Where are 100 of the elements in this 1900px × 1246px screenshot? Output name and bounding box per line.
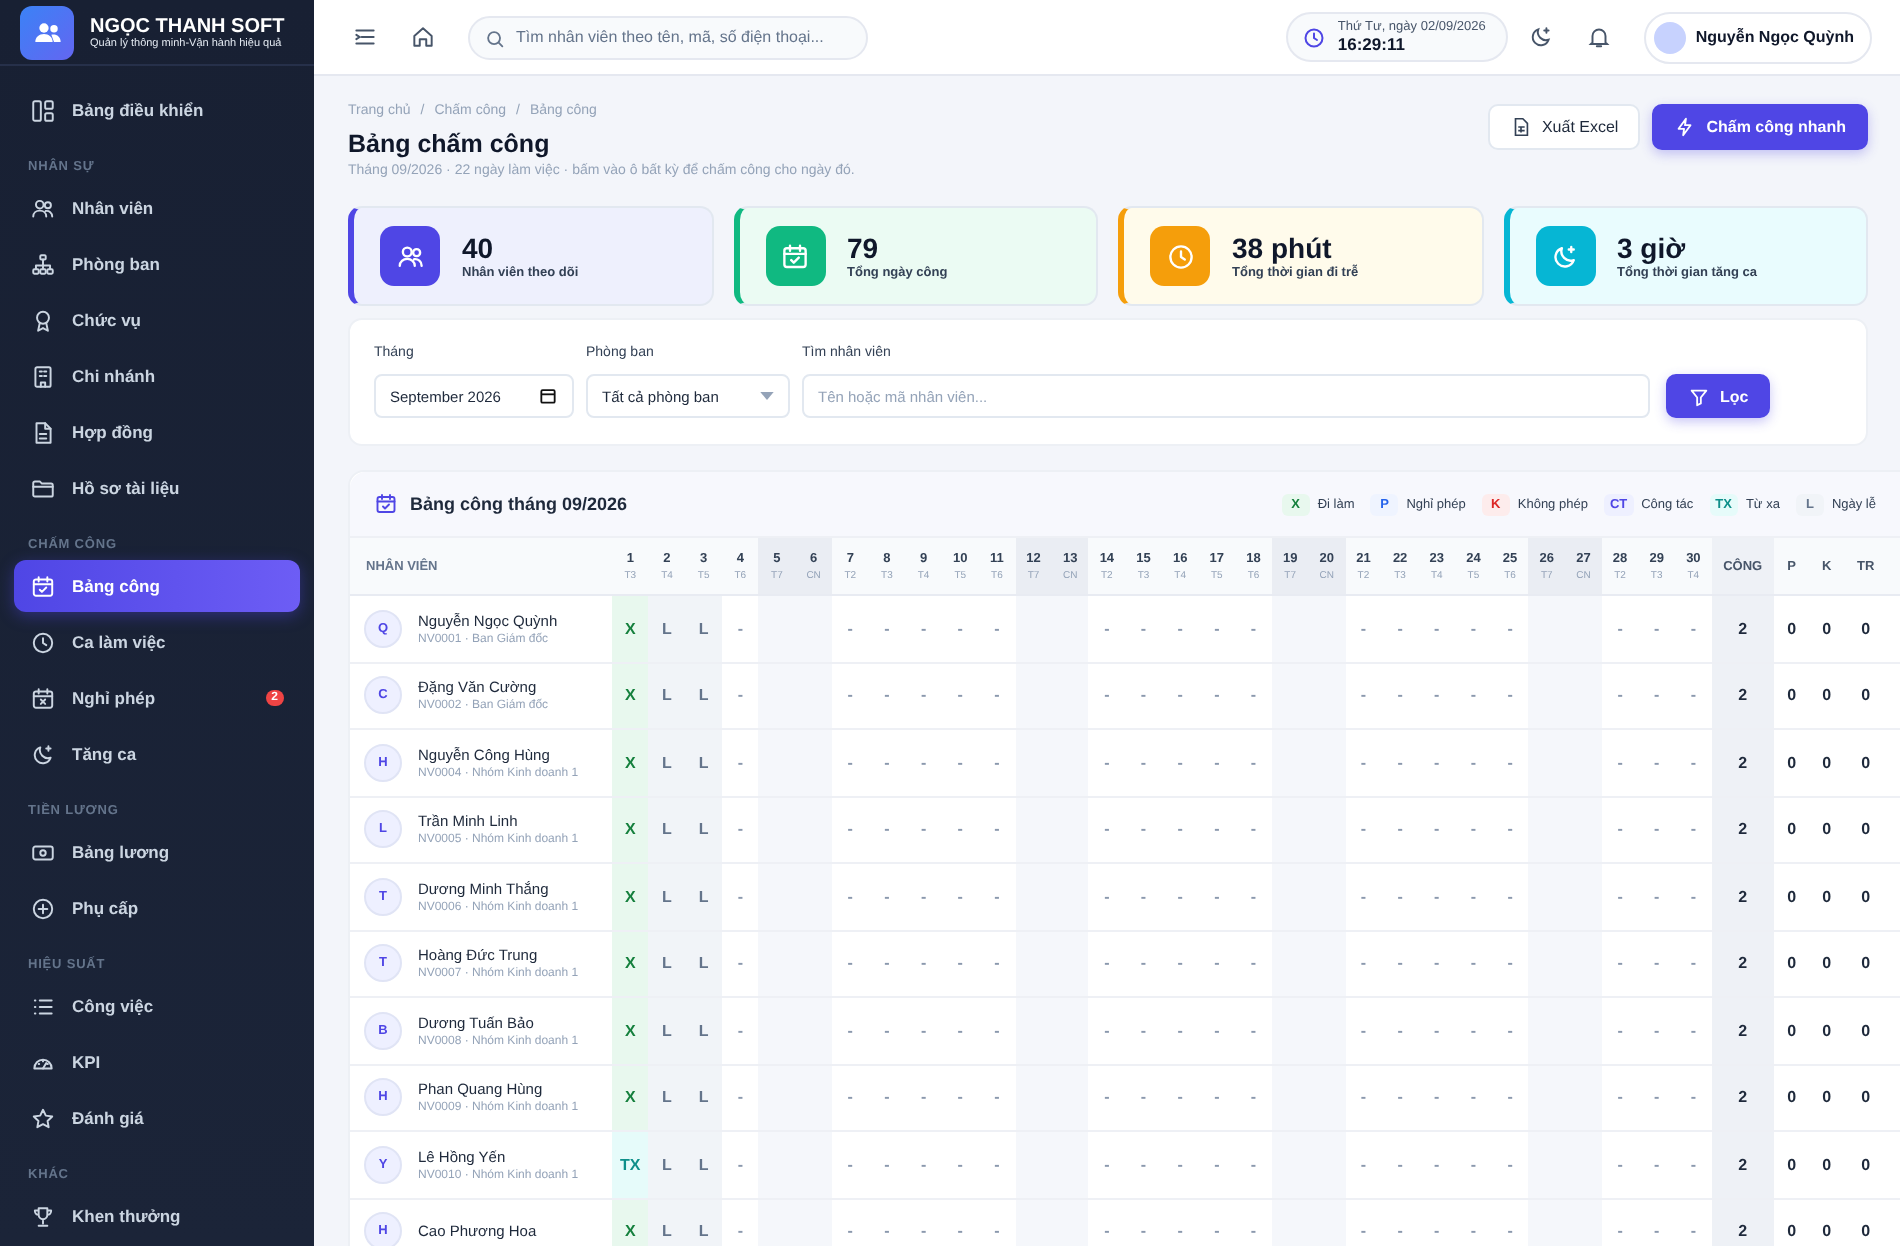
attendance-cell[interactable]: - xyxy=(1345,730,1382,795)
attendance-cell[interactable]: - xyxy=(1491,998,1529,1063)
attendance-cell[interactable]: - xyxy=(1198,864,1236,929)
attendance-cell[interactable]: - xyxy=(1638,998,1676,1063)
nav-item[interactable]: Phòng ban xyxy=(14,238,300,290)
attendance-cell[interactable]: L xyxy=(685,730,722,795)
attendance-cell[interactable]: - xyxy=(1381,730,1419,795)
attendance-cell[interactable]: L xyxy=(685,797,722,862)
attendance-cell[interactable]: L xyxy=(648,797,686,862)
nav-item[interactable]: Công việc xyxy=(14,980,300,1032)
attendance-cell[interactable]: - xyxy=(905,1199,942,1246)
attendance-cell[interactable]: - xyxy=(1638,864,1676,929)
attendance-cell[interactable]: L xyxy=(648,730,686,795)
nav-item[interactable]: Hợp đồng xyxy=(14,406,300,458)
nav-item[interactable]: Nhân viên xyxy=(14,182,300,234)
attendance-cell[interactable]: - xyxy=(721,663,759,728)
attendance-cell[interactable]: - xyxy=(905,797,942,862)
attendance-cell[interactable]: - xyxy=(1198,730,1236,795)
attendance-cell[interactable]: - xyxy=(1125,797,1162,862)
nav-item[interactable]: KPI xyxy=(14,1036,300,1088)
attendance-cell[interactable]: - xyxy=(1198,797,1236,862)
nav-item[interactable]: Bảng lương xyxy=(14,826,300,878)
attendance-cell[interactable]: X xyxy=(612,998,649,1063)
menu-icon[interactable] xyxy=(352,24,378,50)
attendance-cell[interactable]: L xyxy=(685,1132,722,1197)
attendance-cell[interactable]: - xyxy=(1345,1199,1382,1246)
attendance-cell[interactable]: - xyxy=(1381,864,1419,929)
attendance-cell[interactable]: - xyxy=(1455,1065,1492,1130)
attendance-cell[interactable]: - xyxy=(1381,1199,1419,1246)
attendance-cell[interactable]: - xyxy=(831,1065,869,1130)
attendance-cell[interactable]: L xyxy=(648,596,686,661)
attendance-cell[interactable]: - xyxy=(1418,998,1456,1063)
attendance-cell[interactable]: - xyxy=(1161,1199,1199,1246)
nav-item[interactable]: Bảng công xyxy=(14,560,300,612)
attendance-cell[interactable]: - xyxy=(1638,1065,1676,1130)
attendance-cell[interactable]: - xyxy=(831,1199,869,1246)
attendance-cell[interactable]: - xyxy=(1161,864,1199,929)
attendance-cell[interactable]: - xyxy=(1601,1132,1639,1197)
attendance-cell[interactable]: - xyxy=(1161,998,1199,1063)
attendance-cell[interactable]: - xyxy=(1235,596,1272,661)
attendance-cell[interactable]: - xyxy=(1418,1132,1456,1197)
attendance-cell[interactable]: - xyxy=(1491,596,1529,661)
attendance-cell[interactable]: X xyxy=(612,931,649,996)
attendance-cell[interactable]: - xyxy=(1455,1132,1492,1197)
bell-icon[interactable] xyxy=(1585,24,1612,50)
attendance-cell[interactable]: - xyxy=(1675,1065,1712,1130)
attendance-cell[interactable]: L xyxy=(685,663,722,728)
attendance-cell[interactable]: - xyxy=(831,797,869,862)
attendance-cell[interactable]: - xyxy=(941,1199,979,1246)
attendance-cell[interactable]: X xyxy=(612,1199,649,1246)
attendance-cell[interactable]: - xyxy=(1675,998,1712,1063)
attendance-cell[interactable]: - xyxy=(1198,1132,1236,1197)
attendance-cell[interactable]: - xyxy=(831,730,869,795)
attendance-cell[interactable]: - xyxy=(1345,596,1382,661)
attendance-cell[interactable]: - xyxy=(1418,864,1456,929)
attendance-cell[interactable]: L xyxy=(648,1132,686,1197)
attendance-cell[interactable]: L xyxy=(685,998,722,1063)
attendance-cell[interactable]: L xyxy=(648,1065,686,1130)
attendance-cell[interactable]: - xyxy=(1345,1065,1382,1130)
attendance-cell[interactable]: - xyxy=(1455,1199,1492,1246)
attendance-cell[interactable]: - xyxy=(1381,1065,1419,1130)
attendance-cell[interactable]: - xyxy=(1675,596,1712,661)
attendance-cell[interactable]: - xyxy=(1638,730,1676,795)
attendance-cell[interactable]: - xyxy=(1601,730,1639,795)
attendance-cell[interactable]: - xyxy=(905,1132,942,1197)
attendance-cell[interactable]: - xyxy=(868,931,906,996)
attendance-cell[interactable]: - xyxy=(721,931,759,996)
attendance-cell[interactable]: - xyxy=(721,730,759,795)
attendance-cell[interactable]: - xyxy=(1418,663,1456,728)
attendance-cell[interactable]: - xyxy=(831,931,869,996)
attendance-cell[interactable]: X xyxy=(612,663,649,728)
attendance-cell[interactable]: - xyxy=(1198,663,1236,728)
attendance-cell[interactable]: - xyxy=(941,663,979,728)
attendance-cell[interactable]: - xyxy=(1675,1132,1712,1197)
attendance-cell[interactable]: - xyxy=(1491,730,1529,795)
attendance-cell[interactable]: - xyxy=(868,864,906,929)
attendance-cell[interactable]: - xyxy=(1125,998,1162,1063)
attendance-cell[interactable]: - xyxy=(1125,1132,1162,1197)
attendance-cell[interactable]: - xyxy=(1601,1199,1639,1246)
attendance-cell[interactable]: - xyxy=(721,998,759,1063)
attendance-cell[interactable]: - xyxy=(1198,1065,1236,1130)
attendance-cell[interactable]: - xyxy=(1125,1199,1162,1246)
attendance-cell[interactable]: - xyxy=(978,864,1016,929)
attendance-cell[interactable]: - xyxy=(1455,797,1492,862)
attendance-cell[interactable]: - xyxy=(1638,596,1676,661)
attendance-cell[interactable]: - xyxy=(1198,931,1236,996)
attendance-cell[interactable]: - xyxy=(1088,1065,1126,1130)
nav-item[interactable]: Bảng điều khiển xyxy=(14,84,300,136)
attendance-cell[interactable]: L xyxy=(648,998,686,1063)
attendance-cell[interactable]: - xyxy=(1675,730,1712,795)
attendance-cell[interactable]: - xyxy=(1601,797,1639,862)
attendance-cell[interactable]: - xyxy=(978,931,1016,996)
attendance-cell[interactable]: - xyxy=(721,1132,759,1197)
attendance-cell[interactable]: - xyxy=(1088,1132,1126,1197)
attendance-cell[interactable]: - xyxy=(905,596,942,661)
attendance-cell[interactable]: - xyxy=(1491,931,1529,996)
attendance-cell[interactable]: TX xyxy=(612,1132,649,1197)
attendance-cell[interactable]: - xyxy=(1455,931,1492,996)
attendance-cell[interactable]: - xyxy=(941,1132,979,1197)
attendance-cell[interactable]: - xyxy=(1601,596,1639,661)
